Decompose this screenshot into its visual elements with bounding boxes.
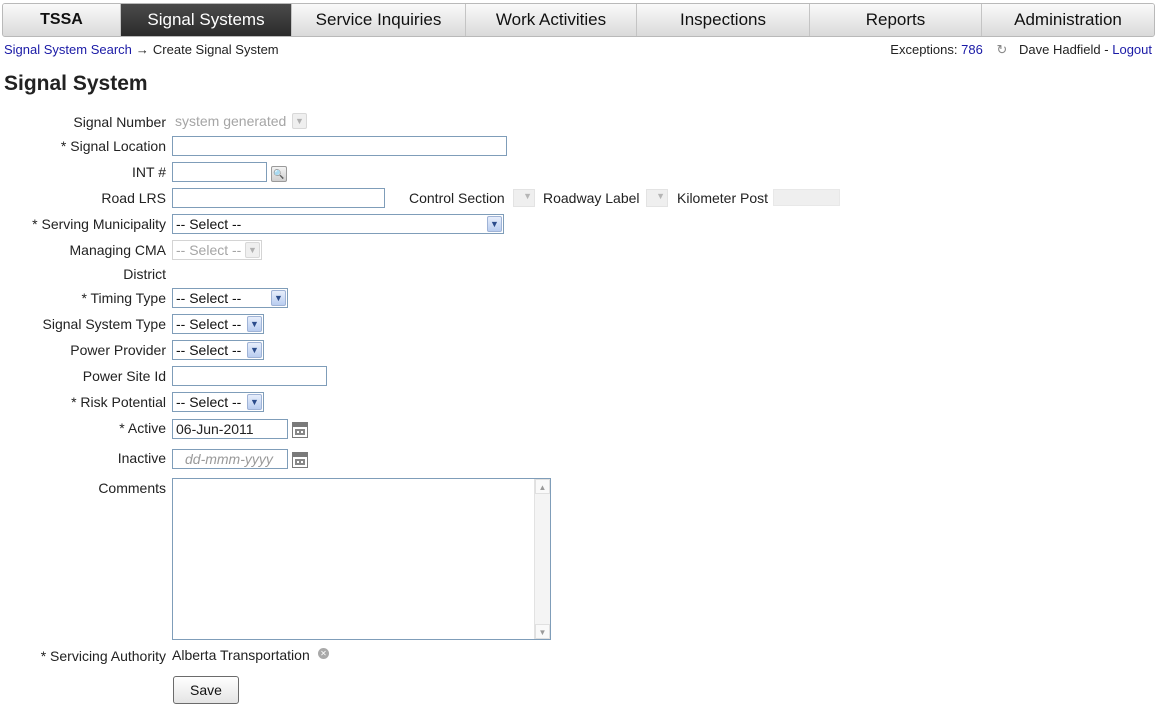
- signal-system-type-label: Signal System Type: [42, 316, 166, 332]
- risk-potential-label: * Risk Potential: [71, 394, 166, 410]
- managing-cma-label: Managing CMA: [69, 242, 167, 258]
- chevron-down-icon: ▼: [271, 290, 286, 306]
- serving-municipality-label: * Serving Municipality: [32, 216, 166, 232]
- road-lrs-input[interactable]: [172, 188, 385, 208]
- power-site-id-label: Power Site Id: [82, 368, 166, 384]
- risk-potential-select[interactable]: -- Select -- ▼: [172, 392, 264, 412]
- chevron-down-icon: ▼: [247, 394, 262, 410]
- kilometer-post-label: Kilometer Post: [677, 190, 769, 206]
- exceptions-count-link[interactable]: 786: [961, 42, 983, 57]
- calendar-icon[interactable]: [292, 452, 308, 468]
- chevron-down-icon: ▼: [245, 242, 260, 258]
- breadcrumb-current: Create Signal System: [152, 42, 279, 57]
- main-nav: TSSA Signal Systems Service Inquiries Wo…: [2, 3, 1155, 37]
- chevron-down-icon: ▼: [523, 191, 532, 201]
- nav-tab-inspections[interactable]: Inspections: [637, 4, 810, 36]
- comments-label: Comments: [98, 480, 166, 496]
- breadcrumb-arrow-icon: →: [135, 42, 149, 57]
- chevron-down-icon: ▼: [292, 113, 307, 129]
- power-provider-select[interactable]: -- Select -- ▼: [172, 340, 264, 360]
- chevron-down-icon: ▼: [247, 342, 262, 358]
- signal-system-type-select[interactable]: -- Select -- ▼: [172, 314, 264, 334]
- control-section-label: Control Section: [409, 190, 505, 206]
- chevron-down-icon: ▼: [656, 191, 665, 201]
- roadway-label-select: ▼: [646, 189, 668, 207]
- nav-tab-reports[interactable]: Reports: [810, 4, 982, 36]
- power-provider-label: Power Provider: [70, 342, 166, 358]
- servicing-authority-value: Alberta Transportation: [172, 647, 310, 663]
- logout-link[interactable]: Logout: [1112, 42, 1152, 57]
- power-site-id-input[interactable]: [172, 366, 327, 386]
- user-name: Dave Hadfield: [1018, 42, 1101, 57]
- timing-type-select[interactable]: -- Select -- ▼: [172, 288, 288, 308]
- nav-tab-service-inquiries[interactable]: Service Inquiries: [292, 4, 466, 36]
- signal-location-label: * Signal Location: [60, 138, 166, 154]
- int-label: INT #: [132, 164, 166, 180]
- kilometer-post-field: [773, 189, 840, 206]
- signal-number-select: system generated ▼: [172, 112, 308, 132]
- roadway-label-label: Roadway Label: [543, 190, 640, 206]
- chevron-down-icon: ▼: [247, 316, 262, 332]
- calendar-icon[interactable]: [292, 422, 308, 438]
- chevron-down-icon: ▼: [487, 216, 502, 232]
- inactive-label: Inactive: [117, 450, 166, 466]
- clear-icon[interactable]: ✕: [318, 648, 329, 659]
- int-input[interactable]: [172, 162, 267, 182]
- active-date-input[interactable]: [172, 419, 288, 439]
- signal-location-input[interactable]: [172, 136, 507, 156]
- signal-number-label: Signal Number: [73, 114, 166, 130]
- user-separator: -: [1104, 42, 1109, 57]
- comments-scrollbar[interactable]: ▲ ▼: [534, 479, 550, 639]
- road-lrs-label: Road LRS: [101, 190, 166, 206]
- servicing-authority-label: * Servicing Authority: [40, 648, 166, 664]
- scroll-down-icon[interactable]: ▼: [535, 624, 550, 639]
- nav-tab-work-activities[interactable]: Work Activities: [466, 4, 637, 36]
- refresh-icon[interactable]: ↻: [996, 42, 1007, 58]
- managing-cma-select: -- Select -- ▼: [172, 240, 262, 260]
- magnifier-icon[interactable]: 🔍: [271, 166, 287, 182]
- comments-textarea[interactable]: ▲ ▼: [172, 478, 551, 640]
- breadcrumb: Signal System Search → Create Signal Syste…: [4, 42, 279, 57]
- control-section-select: ▼: [513, 189, 535, 207]
- breadcrumb-link-signal-system-search[interactable]: Signal System Search: [4, 42, 132, 57]
- exceptions-label: Exceptions:: [890, 42, 958, 57]
- scroll-up-icon[interactable]: ▲: [535, 479, 550, 494]
- user-bar: Exceptions: 786 ↻ Dave Hadfield - Logout: [890, 42, 1152, 58]
- active-label: * Active: [119, 420, 166, 436]
- serving-municipality-select[interactable]: -- Select -- ▼: [172, 214, 504, 234]
- district-label: District: [123, 266, 166, 282]
- nav-tab-administration[interactable]: Administration: [982, 4, 1154, 36]
- nav-tab-signal-systems[interactable]: Signal Systems: [121, 4, 292, 36]
- inactive-date-input[interactable]: [172, 449, 288, 469]
- nav-brand-tssa[interactable]: TSSA: [3, 4, 121, 36]
- page-title: Signal System: [4, 72, 148, 95]
- save-button[interactable]: Save: [173, 676, 239, 704]
- timing-type-label: * Timing Type: [81, 290, 166, 306]
